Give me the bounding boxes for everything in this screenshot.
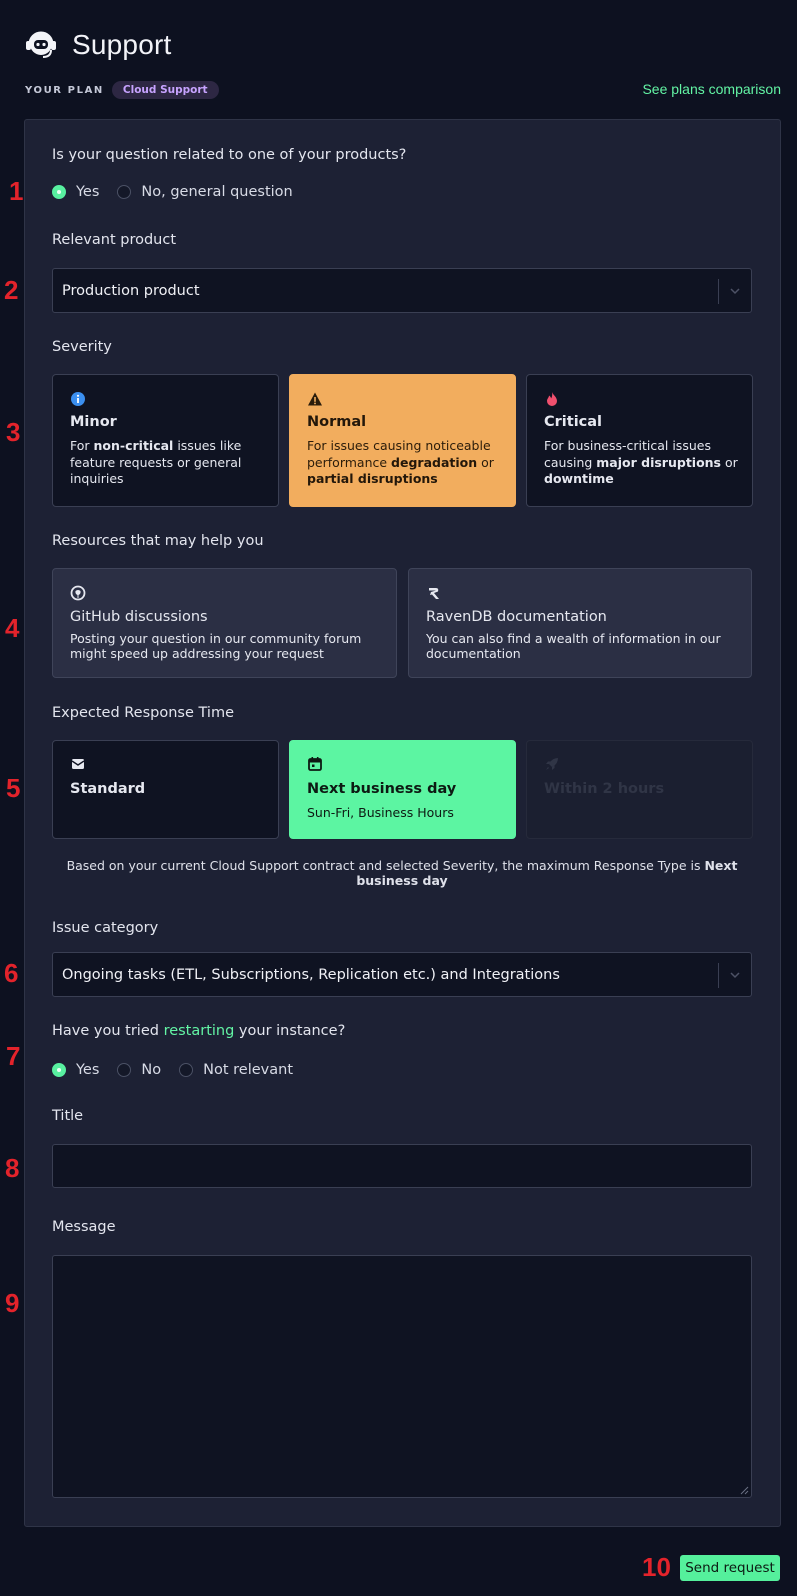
radio-unchecked-icon [179, 1063, 194, 1077]
fire-icon [547, 392, 557, 406]
response-next-business-day-desc: Sun-Fri, Business Hours [307, 805, 454, 820]
radio-checked-icon [52, 185, 66, 199]
warning-icon [308, 392, 322, 406]
ravendb-icon [429, 588, 439, 599]
restarting-link[interactable]: restarting [164, 1023, 235, 1039]
message-textarea[interactable] [52, 1255, 752, 1498]
radio-unchecked-icon [117, 1063, 132, 1077]
severity-normal-card[interactable]: Normal For issues causing noticeable per… [289, 374, 516, 507]
restart-question-label: Have you tried restarting your instance? [52, 1023, 346, 1039]
response-standard-card[interactable]: Standard [52, 740, 279, 839]
page-header: Support [24, 28, 171, 62]
message-label: Message [52, 1219, 116, 1235]
headset-robot-icon [26, 31, 56, 58]
response-label: Expected Response Time [52, 705, 234, 721]
response-next-business-day-card[interactable]: Next business day Sun-Fri, Business Hour… [289, 740, 516, 839]
calendar-icon [308, 757, 322, 771]
page-title: Support [72, 29, 172, 60]
severity-normal-title: Normal [307, 414, 367, 430]
step-marker-1: 1 [9, 176, 24, 206]
radio-unchecked-icon [117, 185, 132, 199]
github-icon [70, 585, 86, 601]
chevron-down-icon [730, 972, 740, 979]
product-label: Relevant product [52, 232, 177, 248]
plan-label: YOUR PLAN [25, 84, 104, 96]
severity-critical-card[interactable]: Critical For business-critical issues ca… [526, 374, 753, 507]
restart-option-yes[interactable]: Yes [52, 1062, 99, 1078]
resource-ravendb-card[interactable]: RavenDB documentation You can also find … [408, 568, 752, 678]
response-standard-title: Standard [70, 781, 146, 797]
severity-critical-desc: For business-critical issues causing maj… [544, 438, 738, 486]
severity-normal-desc: For issues causing noticeable performanc… [307, 438, 494, 486]
resource-github-title: GitHub discussions [70, 609, 208, 625]
restart-radio-group: Yes No Not relevant [52, 1062, 311, 1078]
category-label: Issue category [52, 920, 159, 936]
response-within-2-hours-title: Within 2 hours [544, 781, 665, 797]
step-marker-6: 6 [4, 958, 19, 988]
info-icon [71, 392, 85, 406]
q1-option-yes[interactable]: Yes [52, 184, 99, 200]
resource-github-card[interactable]: GitHub discussions Posting your question… [52, 568, 397, 678]
response-note: Based on your current Cloud Support cont… [66, 858, 738, 888]
resources-label: Resources that may help you [52, 533, 264, 549]
severity-minor-title: Minor [70, 414, 117, 430]
title-input[interactable] [52, 1144, 752, 1188]
q1-radio-group: Yes No, general question [52, 184, 311, 200]
product-select[interactable]: Production product [52, 268, 752, 313]
chevron-down-icon [730, 288, 740, 295]
q1-option-no[interactable]: No, general question [117, 184, 293, 200]
plan-row: YOUR PLAN Cloud Support [25, 81, 219, 99]
category-select[interactable]: Ongoing tasks (ETL, Subscriptions, Repli… [52, 952, 752, 997]
send-request-button[interactable]: Send request [680, 1555, 780, 1581]
step-marker-3: 3 [6, 417, 21, 447]
rocket-icon [546, 758, 558, 770]
resource-github-desc: Posting your question in our community f… [70, 631, 362, 661]
select-separator [718, 279, 719, 304]
step-marker-8: 8 [5, 1153, 20, 1183]
step-marker-5: 5 [6, 773, 21, 803]
q1-label: Is your question related to one of your … [52, 147, 407, 163]
step-marker-9: 9 [5, 1288, 20, 1318]
restart-option-no[interactable]: No [117, 1062, 161, 1078]
severity-critical-title: Critical [544, 414, 603, 430]
response-next-business-day-title: Next business day [307, 781, 457, 797]
severity-label: Severity [52, 339, 112, 355]
resize-handle-icon[interactable] [739, 1485, 749, 1495]
step-marker-7: 7 [6, 1041, 21, 1071]
resource-ravendb-title: RavenDB documentation [426, 609, 607, 625]
step-marker-4: 4 [5, 613, 20, 643]
restart-option-not-relevant[interactable]: Not relevant [179, 1062, 293, 1078]
response-within-2-hours-card: Within 2 hours [526, 740, 753, 839]
see-plans-comparison-link[interactable]: See plans comparison [642, 81, 781, 97]
envelope-icon [71, 759, 85, 769]
resource-ravendb-desc: You can also find a wealth of informatio… [426, 631, 721, 661]
radio-checked-icon [52, 1063, 66, 1077]
select-separator [718, 963, 719, 988]
step-marker-10: 10 [642, 1552, 671, 1582]
title-label: Title [52, 1108, 84, 1124]
product-select-value: Production product [62, 282, 200, 299]
severity-minor-desc: For non-critical issues like feature req… [70, 438, 242, 486]
plan-badge: Cloud Support [111, 81, 219, 99]
severity-minor-card[interactable]: Minor For non-critical issues like featu… [52, 374, 279, 507]
step-marker-2: 2 [4, 275, 19, 305]
category-select-value: Ongoing tasks (ETL, Subscriptions, Repli… [62, 966, 560, 983]
